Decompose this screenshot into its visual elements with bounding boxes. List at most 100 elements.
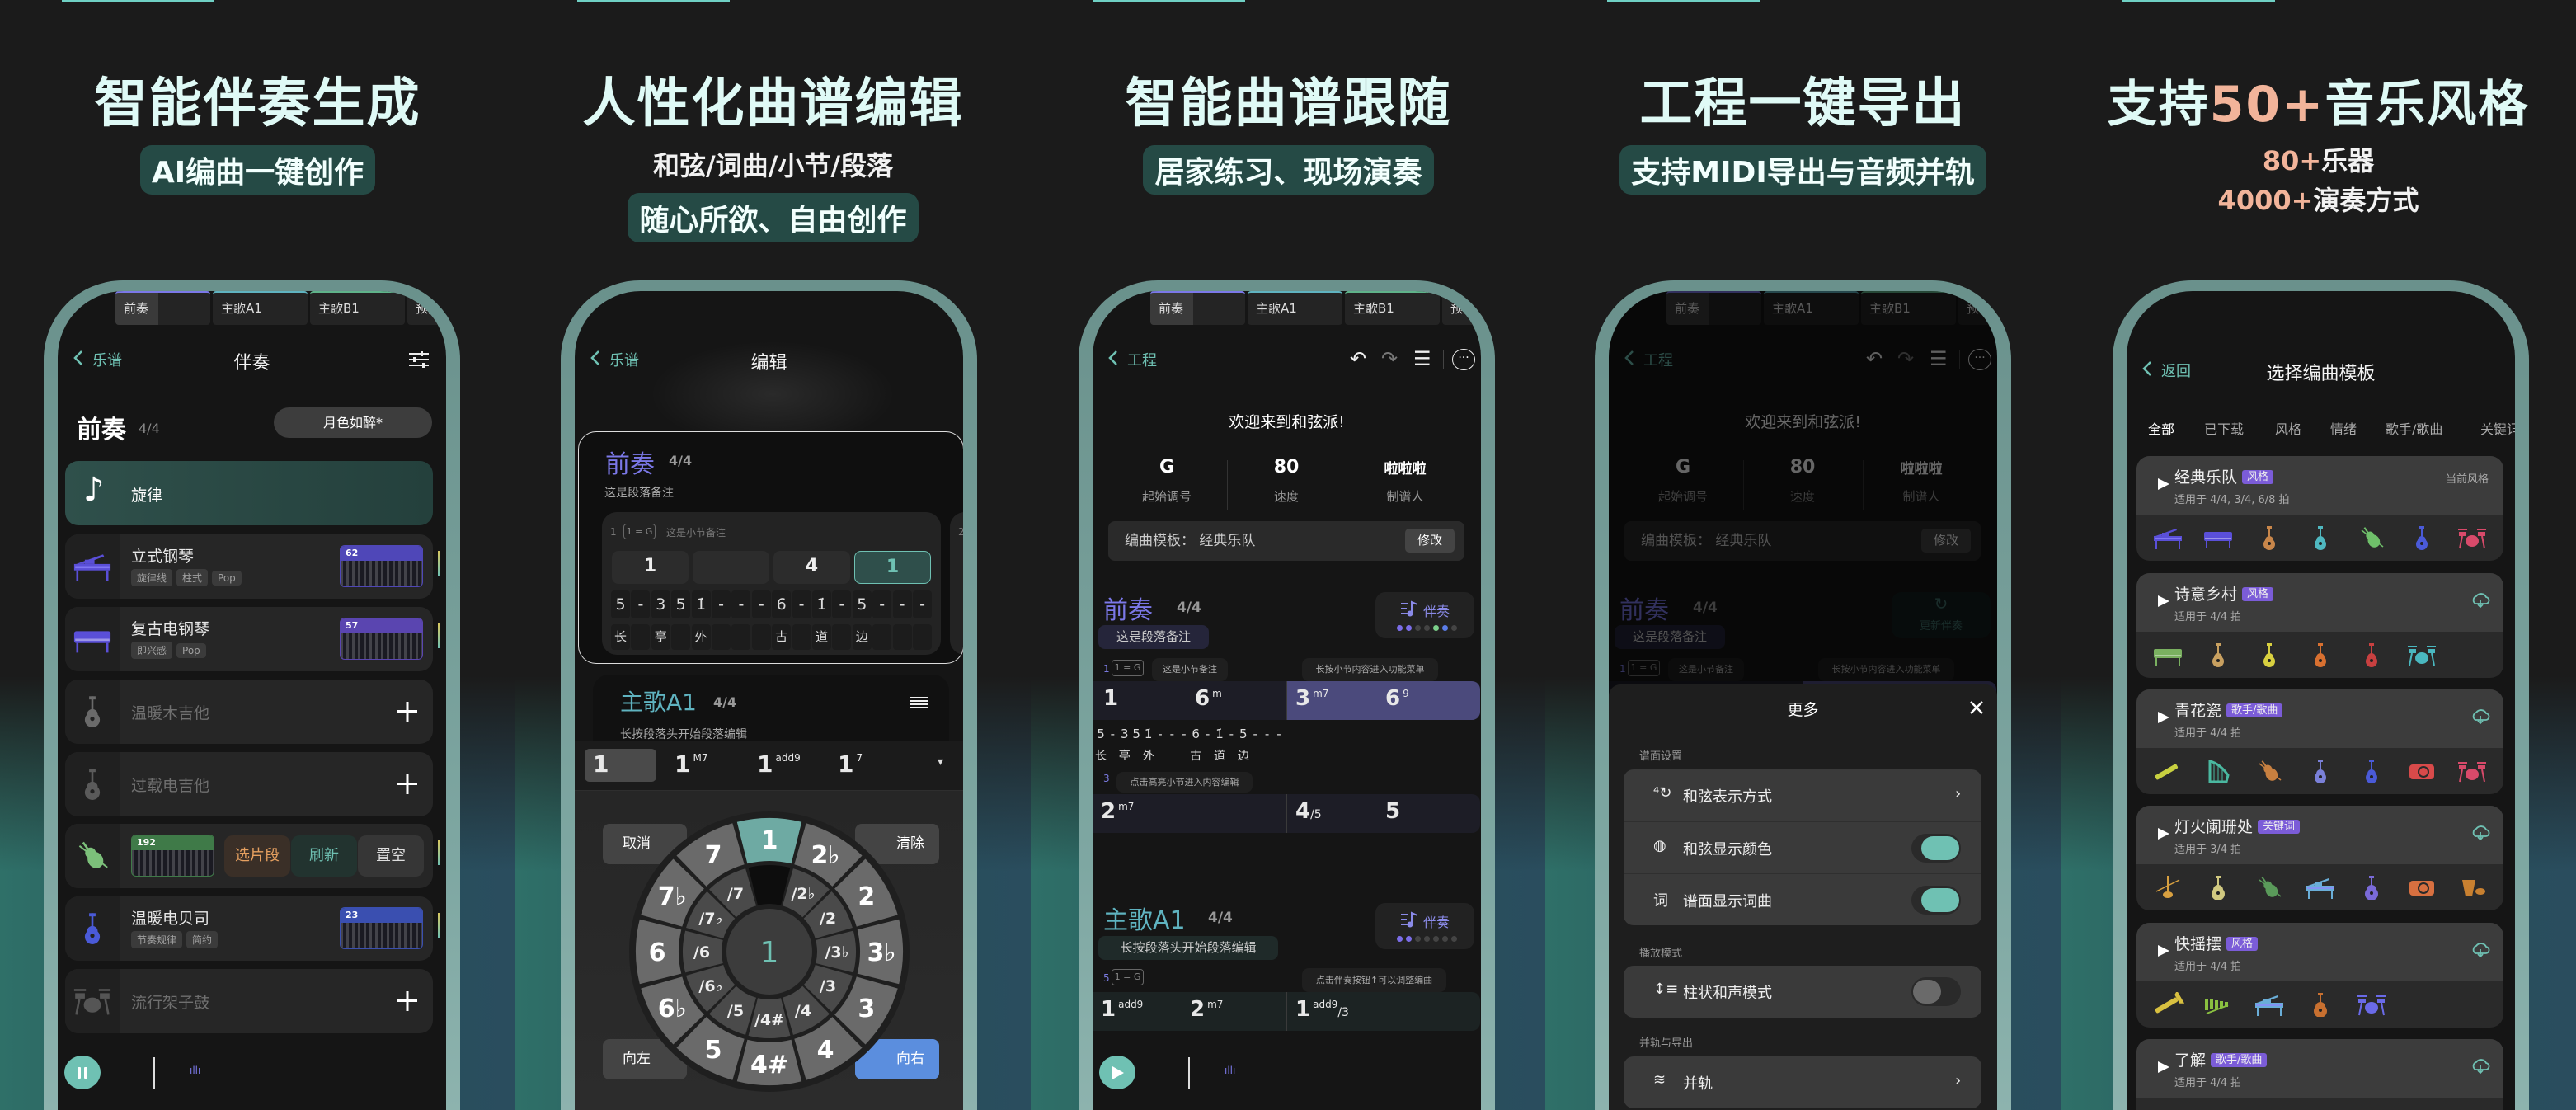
category-tab[interactable]: 风格 bbox=[2275, 418, 2301, 438]
select-clip-button[interactable]: 选片段 bbox=[224, 835, 290, 877]
clear-button[interactable]: 置空 bbox=[358, 835, 424, 877]
note-cell[interactable]: 1̇ bbox=[691, 590, 711, 618]
play-icon[interactable] bbox=[2156, 710, 2171, 728]
chord-row[interactable]: 1add9 2m7 1add9/3 bbox=[1093, 992, 1480, 1031]
timeline-section-tab[interactable]: 主歌B1 bbox=[1345, 291, 1440, 325]
note-cell[interactable]: - bbox=[832, 590, 852, 618]
note-cell[interactable]: - bbox=[913, 590, 932, 618]
chord[interactable]: 2m7 bbox=[1190, 997, 1223, 1022]
lyric[interactable]: 道 bbox=[1214, 747, 1225, 764]
note[interactable]: 1̇ bbox=[1143, 727, 1154, 741]
timeline-section-tab[interactable]: 主歌A1 bbox=[1248, 291, 1342, 325]
timeline-section-tab[interactable]: 前奏 bbox=[1150, 291, 1245, 325]
lyric-cell[interactable]: 长 bbox=[611, 624, 630, 650]
play-icon[interactable] bbox=[2156, 943, 2171, 962]
lyric-cell[interactable]: 道 bbox=[812, 624, 831, 650]
intro-section-card[interactable]: 前奏 4/4 这是段落备注 1 1 = G 这是小节备注 1 4 1 5 长 -3 亭 5 1̇ 外 - - -6 古… bbox=[578, 431, 963, 664]
note[interactable]: 5 bbox=[1131, 727, 1142, 741]
lyric-cell[interactable]: 外 bbox=[691, 624, 711, 650]
track-row[interactable]: 温暖电贝司 节奏规律 简约 23 bbox=[65, 896, 433, 961]
note[interactable]: - bbox=[1107, 727, 1118, 741]
lyric-cell[interactable] bbox=[751, 624, 771, 650]
accompaniment-button[interactable]: 伴奏 bbox=[1375, 903, 1474, 949]
note[interactable]: 1̇ bbox=[1214, 727, 1225, 741]
note-cell[interactable]: 1̇ bbox=[812, 590, 831, 618]
pause-button[interactable] bbox=[64, 1056, 101, 1089]
plus-icon[interactable] bbox=[397, 774, 417, 797]
note[interactable]: - bbox=[1166, 727, 1178, 741]
timeline-section-tab[interactable]: 主歌A1 bbox=[213, 291, 308, 325]
chord-wheel[interactable]: 1 2♭ 2 3♭ 34 4# 5 6♭ 6 7♭ 7/2♭ /2/3♭ /3/4/4# /5/6♭ /6 /… bbox=[628, 810, 911, 1094]
note-cell[interactable]: - bbox=[631, 590, 651, 618]
play-icon[interactable] bbox=[2156, 826, 2171, 844]
chord-row[interactable]: 2m7 4/5 5 bbox=[1093, 794, 1480, 833]
note-cell[interactable]: - bbox=[731, 590, 751, 618]
chord-suggestion[interactable]: 1 bbox=[593, 750, 611, 780]
settings-row[interactable]: ⁴↻ 和弦表示方式 › bbox=[1624, 769, 1981, 821]
note[interactable]: 5 bbox=[1095, 727, 1107, 741]
lyric[interactable]: 外 bbox=[1143, 747, 1154, 764]
more-icon[interactable]: ··· bbox=[1452, 349, 1475, 370]
play-icon[interactable] bbox=[2156, 1060, 2171, 1078]
chord-row[interactable]: 16m3m769 bbox=[1093, 681, 1480, 720]
sliders-icon[interactable] bbox=[408, 350, 430, 372]
pattern-preview[interactable]: 57 bbox=[340, 618, 423, 660]
lyric-cell[interactable]: 古 bbox=[772, 624, 792, 650]
chord-cell[interactable]: 4 bbox=[773, 551, 850, 584]
note[interactable]: 5 bbox=[1238, 727, 1249, 741]
note-cell[interactable]: - bbox=[792, 590, 811, 618]
note-cell[interactable]: - bbox=[751, 590, 771, 618]
plus-icon[interactable] bbox=[397, 991, 417, 1014]
note-cell[interactable]: 5 bbox=[852, 590, 872, 618]
chord-suggestion[interactable]: 1 add9 bbox=[757, 750, 801, 780]
section-title[interactable]: 主歌A1 bbox=[1103, 900, 1186, 936]
template-card[interactable]: 灯火阑珊处 关键词 适用于 3/4 拍 bbox=[2136, 806, 2503, 910]
timeline-section-tab[interactable]: 预副歌 bbox=[1442, 291, 1481, 325]
lyric-cell[interactable] bbox=[792, 624, 811, 650]
lyric-cell[interactable] bbox=[832, 624, 852, 650]
note[interactable]: - bbox=[1262, 727, 1273, 741]
pattern-preview[interactable]: 192 bbox=[131, 835, 214, 877]
settings-row[interactable]: ◍ 和弦显示颜色 bbox=[1624, 821, 1981, 873]
chord[interactable]: 1add9/3 bbox=[1295, 997, 1349, 1022]
plus-icon[interactable] bbox=[397, 702, 417, 725]
note-cell[interactable]: 3 bbox=[651, 590, 670, 618]
lyric-cell[interactable] bbox=[631, 624, 651, 650]
lyric[interactable]: 亭 bbox=[1119, 747, 1131, 764]
note[interactable]: - bbox=[1225, 727, 1237, 741]
category-tab[interactable]: 已下载 bbox=[2204, 418, 2244, 438]
timeline-section-tab[interactable]: 主歌B1 bbox=[310, 291, 405, 325]
note[interactable]: 6 bbox=[1190, 727, 1201, 741]
play-button[interactable] bbox=[1099, 1056, 1135, 1089]
lyric-cell[interactable] bbox=[731, 624, 751, 650]
play-icon[interactable] bbox=[2156, 477, 2171, 495]
track-row[interactable]: 流行架子鼓 bbox=[65, 969, 433, 1033]
template-card[interactable]: 青花瓷 歌手/歌曲 适用于 4/4 拍 bbox=[2136, 689, 2503, 794]
category-tab[interactable]: 情绪 bbox=[2330, 418, 2357, 438]
category-tab[interactable]: 歌手/歌曲 bbox=[2386, 418, 2442, 438]
toggle-switch[interactable] bbox=[1911, 977, 1961, 1006]
chord-cell[interactable] bbox=[693, 551, 769, 584]
chevron-right-icon[interactable]: › bbox=[1955, 1072, 1961, 1089]
settings-row[interactable]: 词谱面显示词曲 bbox=[1624, 873, 1981, 925]
close-icon[interactable] bbox=[1969, 700, 1984, 718]
lyric-cell[interactable] bbox=[671, 624, 691, 650]
timeline-section-tab[interactable]: 前奏 bbox=[115, 291, 210, 325]
back-button[interactable]: 工程 bbox=[1107, 349, 1157, 370]
cloud-download-icon[interactable] bbox=[2470, 593, 2490, 611]
template-card[interactable]: 经典乐队 风格 适用于 4/4, 3/4, 6/8 拍 当前风格 bbox=[2136, 456, 2503, 561]
play-icon[interactable] bbox=[2156, 594, 2171, 612]
redo-icon[interactable]: ↷ bbox=[1381, 347, 1398, 370]
expand-caret-icon[interactable]: ▾ bbox=[938, 755, 943, 769]
verse-section-card[interactable]: 主歌A1 4/4 长按段落头开始段落编辑 bbox=[593, 675, 949, 749]
checklist-icon[interactable]: ☰ bbox=[1413, 347, 1431, 370]
note-cell[interactable]: - bbox=[712, 590, 731, 618]
cloud-download-icon[interactable] bbox=[2470, 943, 2490, 961]
note-cell[interactable]: - bbox=[892, 590, 912, 618]
note-cell[interactable]: - bbox=[872, 590, 892, 618]
toggle-switch[interactable] bbox=[1911, 886, 1961, 915]
toggle-switch[interactable] bbox=[1911, 834, 1961, 863]
chord[interactable]: 1add9 bbox=[1101, 997, 1143, 1022]
track-row[interactable]: 过载电吉他 bbox=[65, 752, 433, 816]
note-cell[interactable]: 5 bbox=[671, 590, 691, 618]
